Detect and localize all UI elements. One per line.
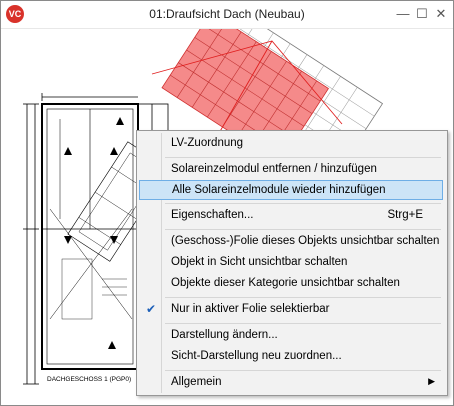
menu-item-hide-layer[interactable]: (Geschoss-)Folie dieses Objekts unsichtb… xyxy=(139,232,443,252)
menu-item-select-active-layer-only[interactable]: ✔ Nur in aktiver Folie selektierbar xyxy=(139,300,443,320)
title-bar[interactable]: VC 01:Draufsicht Dach (Neubau) — ☐ ✕ xyxy=(1,1,453,29)
menu-separator xyxy=(165,297,441,298)
menu-item-label: Allgemein xyxy=(171,376,222,388)
menu-item-label: Nur in aktiver Folie selektierbar xyxy=(171,303,330,315)
menu-item-label: (Geschoss-)Folie dieses Objekts unsichtb… xyxy=(171,235,440,247)
dimension-lines xyxy=(23,93,138,385)
building-outline xyxy=(41,103,139,370)
submenu-arrow-icon: ▶ xyxy=(428,376,435,386)
menu-item-shortcut: Strg+E xyxy=(387,209,423,221)
close-icon[interactable]: ✕ xyxy=(433,5,449,21)
menu-item-label: Darstellung ändern... xyxy=(171,329,278,341)
floor-label: DACHGESCHOSS 1 (PGP0) xyxy=(47,376,131,383)
menu-item-label: Alle Solareinzelmodule wieder hinzufügen xyxy=(172,184,386,196)
menu-item-toggle-solar-module[interactable]: Solareinzelmodul entfernen / hinzufügen xyxy=(139,160,443,180)
minimize-icon[interactable]: — xyxy=(395,5,411,21)
menu-separator xyxy=(165,229,441,230)
menu-item-hide-category[interactable]: Objekte dieser Kategorie unsichtbar scha… xyxy=(139,274,443,294)
menu-item-general[interactable]: Allgemein ▶ xyxy=(139,373,443,393)
menu-item-label: Objekte dieser Kategorie unsichtbar scha… xyxy=(171,277,400,289)
menu-item-label: LV-Zuordnung xyxy=(171,137,244,149)
menu-item-label: Eigenschaften... xyxy=(171,209,254,221)
menu-item-hide-object-in-view[interactable]: Objekt in Sicht unsichtbar schalten xyxy=(139,253,443,273)
menu-item-reassign-view-display[interactable]: Sicht-Darstellung neu zuordnen... xyxy=(139,347,443,367)
menu-item-change-display[interactable]: Darstellung ändern... xyxy=(139,326,443,346)
maximize-icon[interactable]: ☐ xyxy=(414,5,430,21)
context-menu: LV-Zuordnung Solareinzelmodul entfernen … xyxy=(136,130,448,396)
menu-separator xyxy=(165,370,441,371)
window-title: 01:Draufsicht Dach (Neubau) xyxy=(149,7,305,21)
menu-item-lv-zuordnung[interactable]: LV-Zuordnung xyxy=(139,134,443,154)
menu-item-properties[interactable]: Eigenschaften... Strg+E xyxy=(139,206,443,226)
menu-item-label: Sicht-Darstellung neu zuordnen... xyxy=(171,350,342,362)
menu-item-label: Solareinzelmodul entfernen / hinzufügen xyxy=(171,163,377,175)
direction-arrows xyxy=(64,117,124,349)
checkmark-icon: ✔ xyxy=(146,302,157,316)
menu-separator xyxy=(165,203,441,204)
menu-item-restore-all-solar-modules[interactable]: Alle Solareinzelmodule wieder hinzufügen xyxy=(139,180,443,200)
menu-separator xyxy=(165,157,441,158)
menu-item-label: Objekt in Sicht unsichtbar schalten xyxy=(171,256,348,268)
menu-separator xyxy=(165,323,441,324)
